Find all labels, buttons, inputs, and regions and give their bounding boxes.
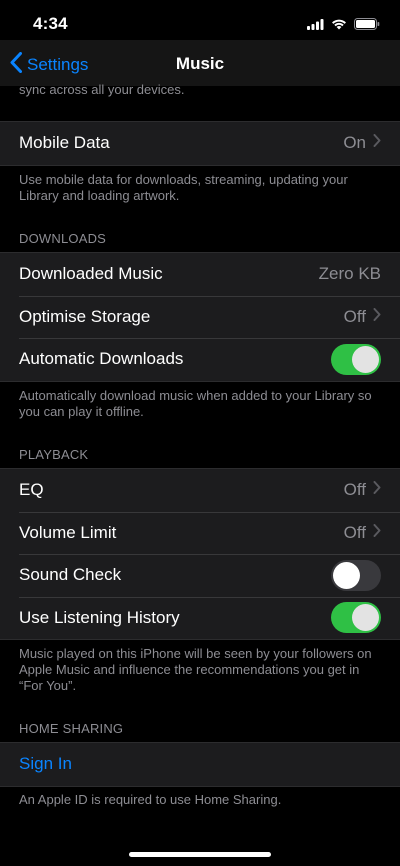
toggle-knob — [352, 604, 379, 632]
battery-icon — [354, 17, 380, 35]
home-sharing-group: Sign In — [0, 742, 400, 787]
sound-check-toggle[interactable] — [331, 559, 381, 591]
mobile-data-label: Mobile Data — [19, 133, 110, 153]
eq-label: EQ — [19, 480, 44, 500]
playback-footer: Music played on this iPhone will be seen… — [19, 646, 372, 693]
optimise-storage-row[interactable]: Optimise Storage Off — [0, 295, 400, 339]
wifi-icon — [331, 17, 347, 35]
sync-description: sync across all your devices. — [19, 82, 185, 97]
listening-history-toggle[interactable] — [331, 602, 381, 634]
automatic-downloads-row: Automatic Downloads — [0, 338, 400, 381]
downloads-group: Downloaded Music Zero KB Optimise Storag… — [0, 252, 400, 382]
home-indicator[interactable] — [129, 852, 271, 857]
mobile-data-row[interactable]: Mobile Data On — [0, 122, 400, 165]
navigation-bar: Settings Music — [0, 40, 400, 86]
sign-in-button[interactable]: Sign In — [19, 754, 381, 774]
playback-header: PLAYBACK — [19, 447, 89, 462]
downloaded-music-row[interactable]: Downloaded Music Zero KB — [0, 253, 400, 296]
status-icons — [307, 17, 380, 35]
chevron-right-icon — [373, 307, 381, 326]
eq-row[interactable]: EQ Off — [0, 469, 400, 512]
eq-value: Off — [343, 480, 366, 500]
downloads-footer: Automatically download music when added … — [19, 388, 372, 419]
mobile-data-value: On — [343, 133, 366, 153]
playback-group: EQ Off Volume Limit Off Sound Check Use … — [0, 468, 400, 640]
volume-limit-row[interactable]: Volume Limit Off — [0, 511, 400, 555]
automatic-downloads-toggle[interactable] — [331, 343, 381, 375]
chevron-right-icon — [373, 134, 381, 152]
signal-icon — [307, 17, 324, 35]
toggle-knob — [333, 561, 360, 589]
optimise-storage-label: Optimise Storage — [19, 306, 151, 326]
mobile-data-group: Mobile Data On — [0, 121, 400, 166]
automatic-downloads-label: Automatic Downloads — [19, 349, 184, 369]
volume-limit-label: Volume Limit — [19, 522, 117, 542]
chevron-right-icon — [373, 523, 381, 542]
home-sharing-footer: An Apple ID is required to use Home Shar… — [19, 792, 282, 807]
mobile-data-footer: Use mobile data for downloads, streaming… — [19, 172, 348, 203]
downloads-header: DOWNLOADS — [19, 231, 107, 246]
page-title: Music — [175, 54, 225, 73]
optimise-storage-value: Off — [343, 306, 366, 326]
downloaded-music-label: Downloaded Music — [19, 264, 163, 284]
home-sharing-header: HOME SHARING — [19, 721, 124, 736]
toggle-knob — [352, 345, 379, 373]
chevron-right-icon — [373, 481, 381, 499]
status-time: 4:34 — [33, 14, 68, 33]
sound-check-row: Sound Check — [0, 554, 400, 597]
listening-history-label: Use Listening History — [19, 607, 180, 627]
sign-in-row[interactable]: Sign In — [0, 743, 400, 786]
downloaded-music-value: Zero KB — [318, 264, 381, 284]
volume-limit-value: Off — [343, 522, 366, 542]
sound-check-label: Sound Check — [19, 565, 122, 585]
listening-history-row: Use Listening History — [0, 596, 400, 640]
